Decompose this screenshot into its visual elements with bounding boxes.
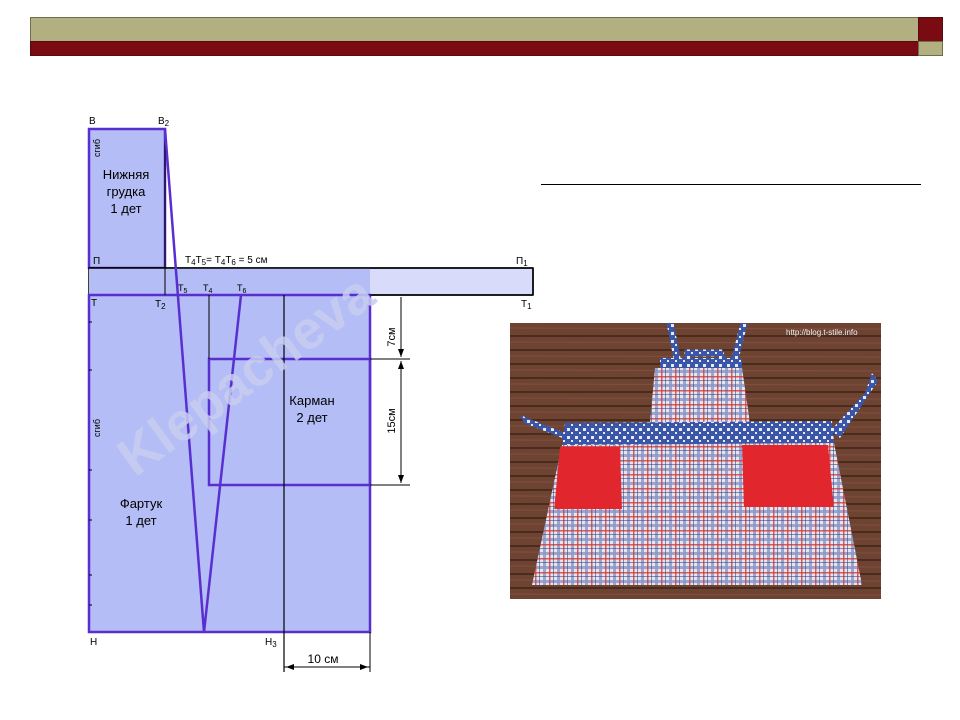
apron-label-line1: Фартук (120, 496, 163, 511)
dim-15-arrow-top (398, 361, 404, 369)
dim-15-arrow-bottom (398, 475, 404, 483)
title-underline (541, 184, 921, 185)
photo-bib (650, 368, 750, 423)
point-v2: В2 (158, 116, 170, 128)
photo-waistband (562, 421, 834, 445)
point-p: П (93, 256, 100, 267)
dim-15-label: 15см (386, 408, 398, 433)
dim-7-label: 7см (386, 327, 398, 346)
dim-7-arrow (398, 349, 404, 357)
dim-10-arrow-left (286, 664, 294, 670)
point-n: Н (90, 637, 97, 648)
photo-left-pocket-band (554, 509, 624, 519)
fold-label-bib: сгиб (92, 139, 102, 157)
photo-right-pocket-band (742, 507, 836, 517)
bib-label-line3: 1 дет (110, 201, 141, 216)
photo-left-pocket (554, 447, 622, 511)
dim-10-label: 10 см (308, 652, 339, 666)
point-t1: Т1 (521, 299, 532, 311)
apron-photo: http://blog.t-stile.info (510, 323, 881, 599)
bib-label-line1: Нижняя (103, 167, 150, 182)
dim-10-arrow-right (360, 664, 368, 670)
apron-pattern-diagram: 7см 15см 10 см Klepacheva В В2 П П1 Т Т1… (87, 116, 534, 672)
pocket-label-line2: 2 дет (296, 410, 327, 425)
fold-label-apron: сгиб (92, 419, 102, 437)
point-p1: П1 (516, 256, 528, 268)
apron-label-line2: 1 дет (125, 513, 156, 528)
photo-url-caption: http://blog.t-stile.info (786, 328, 858, 337)
photo-right-pocket (742, 445, 834, 509)
point-t: Т (91, 298, 97, 309)
dart-formula: Т4Т5= Т4Т6 = 5 см (185, 255, 268, 267)
pocket-label-line1: Карман (289, 393, 334, 408)
title-bar-square (918, 17, 943, 43)
point-v: В (89, 116, 96, 127)
bib-label-line2: грудка (107, 184, 146, 199)
point-n3: Н3 (265, 637, 277, 649)
accent-bar-square (918, 41, 943, 56)
photo-bib-trim (660, 358, 742, 368)
